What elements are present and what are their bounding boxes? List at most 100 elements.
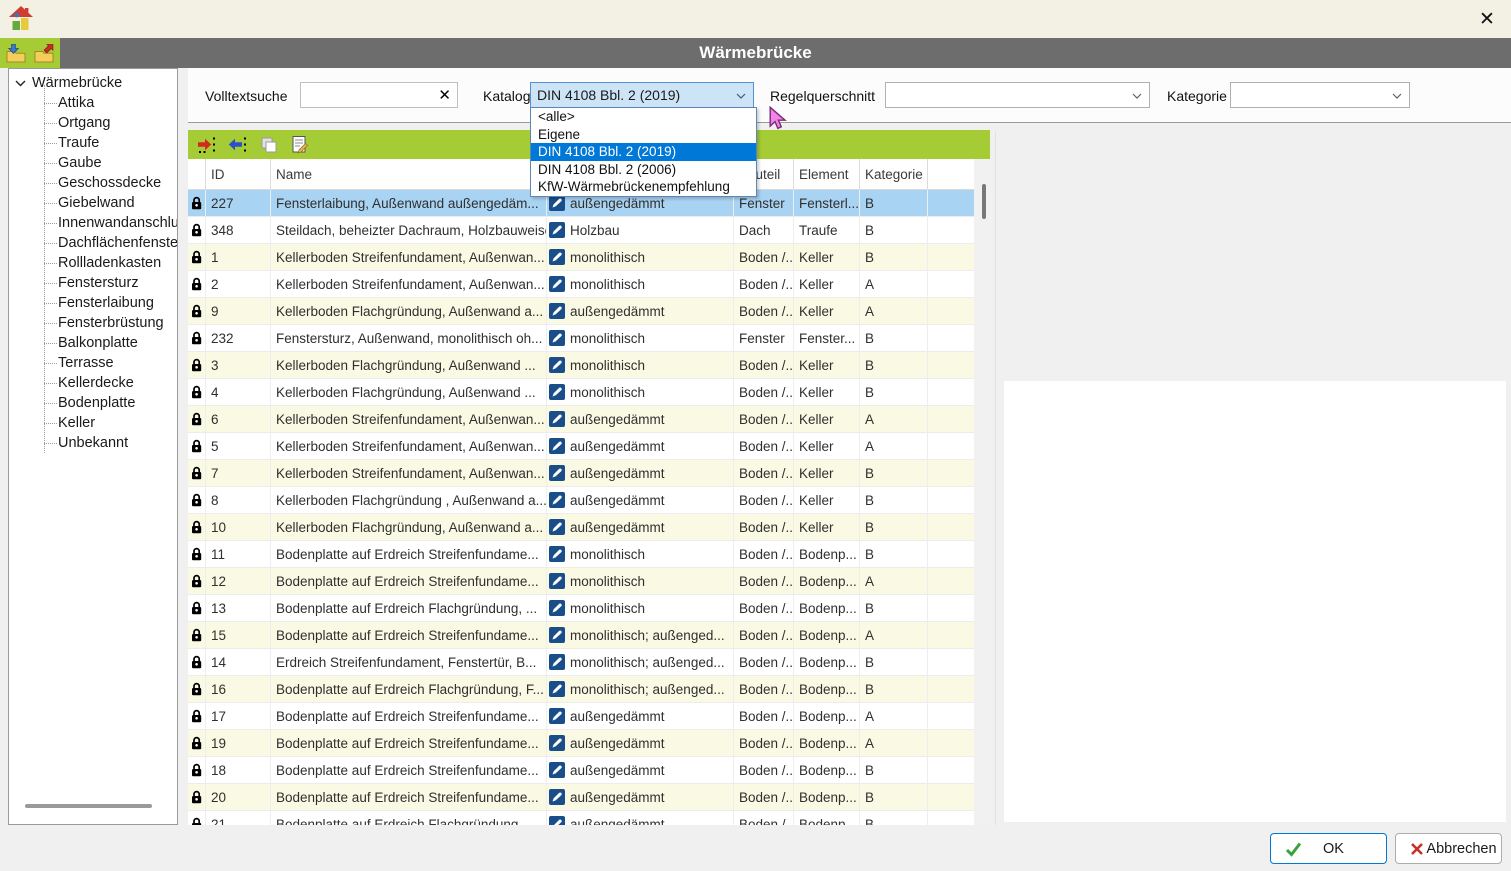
katalog-option-2[interactable]: DIN 4108 Bbl. 2 (2019): [531, 143, 756, 161]
cell-id: 1: [206, 244, 271, 270]
table-row[interactable]: 1 Kellerboden Streifenfundament, Außenwa…: [188, 244, 974, 271]
lock-cell: [188, 649, 206, 675]
clear-search-icon[interactable]: ✕: [438, 87, 451, 104]
sidebar-item-rollladenkasten[interactable]: Rollladenkasten: [9, 253, 177, 273]
table-row[interactable]: 8 Kellerboden Flachgründung , Außenwand …: [188, 487, 974, 514]
cell-name: Kellerboden Flachgründung , Außenwand a.…: [271, 487, 547, 513]
sidebar-item-innenwandanschluss[interactable]: Innenwandanschluss: [9, 213, 177, 233]
pencil-badge-icon: [549, 492, 565, 508]
katalog-option-4[interactable]: KfW-Wärmebrückenempfehlung: [531, 178, 756, 196]
cell-bauteil: Boden /...: [734, 406, 794, 432]
folder-export-icon[interactable]: [34, 44, 54, 63]
table-row[interactable]: 4 Kellerboden Flachgründung, Außenwand .…: [188, 379, 974, 406]
sidebar-root-waermebruecke[interactable]: Wärmebrücke: [9, 73, 177, 93]
add-row-icon[interactable]: [197, 135, 216, 154]
sidebar-item-terrasse[interactable]: Terrasse: [9, 353, 177, 373]
sidebar-item-unbekannt[interactable]: Unbekannt: [9, 433, 177, 453]
table-row[interactable]: 3 Kellerboden Flachgründung, Außenwand .…: [188, 352, 974, 379]
sidebar-item-fensterbrüstung[interactable]: Fensterbrüstung: [9, 313, 177, 333]
cell-bauteil: Boden /...: [734, 460, 794, 486]
cell-bauteil: Boden /...: [734, 379, 794, 405]
cell-name: Bodenplatte auf Erdreich Streifenfundame…: [271, 757, 547, 783]
table-row[interactable]: 15 Bodenplatte auf Erdreich Streifenfund…: [188, 622, 974, 649]
table-row[interactable]: 5 Kellerboden Streifenfundament, Außenwa…: [188, 433, 974, 460]
sidebar-item-geschossdecke[interactable]: Geschossdecke: [9, 173, 177, 193]
table-row[interactable]: 9 Kellerboden Flachgründung, Außenwand a…: [188, 298, 974, 325]
cell-insulation: monolithisch; außenged...: [570, 682, 725, 697]
table-row[interactable]: 13 Bodenplatte auf Erdreich Flachgründun…: [188, 595, 974, 622]
remove-row-icon[interactable]: [228, 135, 247, 154]
cell-insulation: monolithisch: [570, 277, 645, 292]
cancel-button[interactable]: Abbrechen: [1395, 833, 1502, 864]
column-header-kategorie[interactable]: Kategorie: [860, 159, 928, 189]
cell-bauteil: Boden /...: [734, 244, 794, 270]
search-input[interactable]: [303, 84, 433, 106]
sidebar-item-bodenplatte[interactable]: Bodenplatte: [9, 393, 177, 413]
regelquerschnitt-label: Regelquerschnitt: [770, 88, 875, 104]
table-row[interactable]: 7 Kellerboden Streifenfundament, Außenwa…: [188, 460, 974, 487]
cell-insulation: monolithisch: [570, 547, 645, 562]
table-row[interactable]: 19 Bodenplatte auf Erdreich Streifenfund…: [188, 730, 974, 757]
table-row[interactable]: 21 Bodenplatte auf Erdreich Flachgründun…: [188, 811, 974, 825]
cell-bauteil: Fenster: [734, 325, 794, 351]
close-icon[interactable]: ✕: [1473, 5, 1501, 33]
table-row[interactable]: 17 Bodenplatte auf Erdreich Streifenfund…: [188, 703, 974, 730]
column-header-element[interactable]: Element: [794, 159, 860, 189]
edit-row-icon[interactable]: [290, 135, 309, 154]
table-body: 227 Fensterlaibung, Außenwand außengedäm…: [188, 190, 974, 825]
sidebar-item-giebelwand[interactable]: Giebelwand: [9, 193, 177, 213]
cell-insulation: monolithisch; außenged...: [570, 628, 725, 643]
cell-insulation: außengedämmt: [570, 196, 665, 211]
table-row[interactable]: 232 Fenstersturz, Außenwand, monolithisc…: [188, 325, 974, 352]
ok-button[interactable]: OK: [1270, 833, 1387, 864]
table-row[interactable]: 16 Bodenplatte auf Erdreich Flachgründun…: [188, 676, 974, 703]
table-row[interactable]: 348 Steildach, beheizter Dachraum, Holzb…: [188, 217, 974, 244]
katalog-option-1[interactable]: Eigene: [531, 126, 756, 144]
cell-kategorie: B: [860, 541, 928, 567]
column-header-name[interactable]: Name: [271, 159, 547, 189]
chevron-down-icon[interactable]: [15, 80, 26, 87]
cell-filler: [928, 811, 974, 825]
cell-id: 18: [206, 757, 271, 783]
table-row[interactable]: 6 Kellerboden Streifenfundament, Außenwa…: [188, 406, 974, 433]
lock-icon: [191, 277, 202, 291]
sidebar-item-traufe[interactable]: Traufe: [9, 133, 177, 153]
table-row[interactable]: 12 Bodenplatte auf Erdreich Streifenfund…: [188, 568, 974, 595]
cell-filler: [928, 298, 974, 324]
regelquerschnitt-select[interactable]: [885, 82, 1150, 108]
sidebar-item-balkonplatte[interactable]: Balkonplatte: [9, 333, 177, 353]
kategorie-select[interactable]: [1230, 82, 1410, 108]
katalog-select[interactable]: DIN 4108 Bbl. 2 (2019): [530, 82, 754, 108]
cell-filler: [928, 622, 974, 648]
cell-filler: [928, 433, 974, 459]
column-header-lock[interactable]: [188, 159, 206, 189]
column-header-id[interactable]: ID: [206, 159, 271, 189]
cell-filler: [928, 703, 974, 729]
table-row[interactable]: 10 Kellerboden Flachgründung, Außenwand …: [188, 514, 974, 541]
pencil-badge-icon: [549, 249, 565, 265]
sidebar-item-kellerdecke[interactable]: Kellerdecke: [9, 373, 177, 393]
sidebar-item-fensterlaibung[interactable]: Fensterlaibung: [9, 293, 177, 313]
sidebar-item-gaube[interactable]: Gaube: [9, 153, 177, 173]
cell-bauteil: Boden /...: [734, 730, 794, 756]
katalog-option-0[interactable]: <alle>: [531, 108, 756, 126]
sidebar-item-fenstersturz[interactable]: Fenstersturz: [9, 273, 177, 293]
sidebar-item-ortgang[interactable]: Ortgang: [9, 113, 177, 133]
copy-row-icon[interactable]: [259, 135, 278, 154]
table-row[interactable]: 2 Kellerboden Streifenfundament, Außenwa…: [188, 271, 974, 298]
sidebar-horizontal-scrollbar[interactable]: [25, 804, 152, 808]
table-row[interactable]: 14 Erdreich Streifenfundament, Fenstertü…: [188, 649, 974, 676]
insulation-cell: monolithisch: [547, 271, 734, 297]
table-row[interactable]: 20 Bodenplatte auf Erdreich Streifenfund…: [188, 784, 974, 811]
table-row[interactable]: 11 Bodenplatte auf Erdreich Streifenfund…: [188, 541, 974, 568]
katalog-option-3[interactable]: DIN 4108 Bbl. 2 (2006): [531, 161, 756, 179]
sidebar-item-attika[interactable]: Attika: [9, 93, 177, 113]
table-vertical-scrollbar[interactable]: [974, 159, 993, 825]
sidebar-item-dachflächenfenster[interactable]: Dachflächenfenster: [9, 233, 177, 253]
table-row[interactable]: 18 Bodenplatte auf Erdreich Streifenfund…: [188, 757, 974, 784]
cell-kategorie: B: [860, 325, 928, 351]
sidebar-item-keller[interactable]: Keller: [9, 413, 177, 433]
folder-import-icon[interactable]: [6, 44, 26, 63]
pencil-badge-icon: [549, 438, 565, 454]
scrollbar-thumb[interactable]: [982, 184, 986, 219]
